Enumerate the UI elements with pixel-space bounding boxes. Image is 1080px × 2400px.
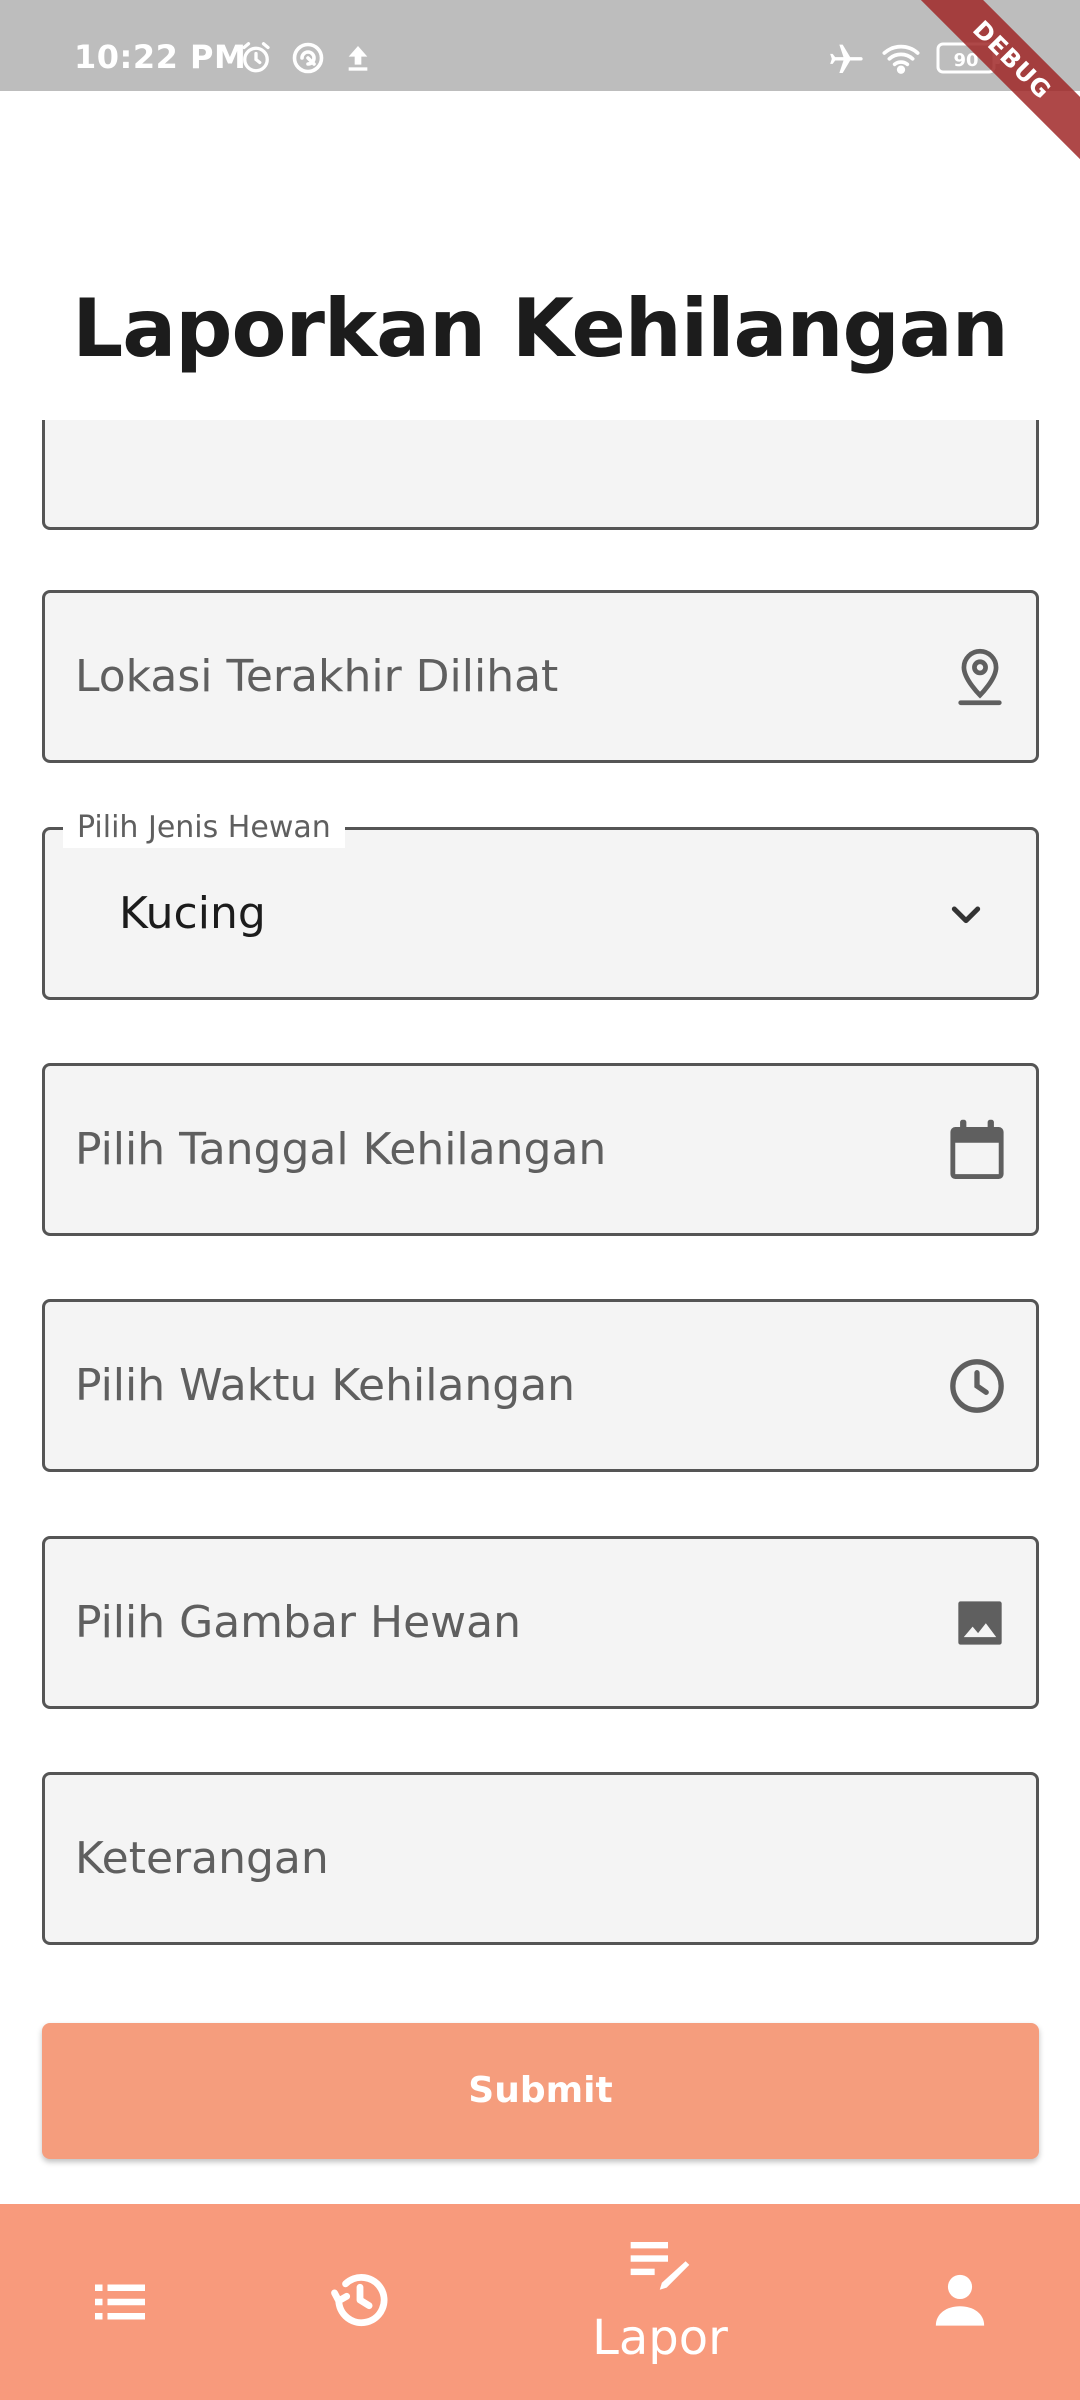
person-icon	[935, 2274, 985, 2326]
bottom-nav: Lapor	[0, 2204, 1080, 2400]
animal-type-value: Kucing	[119, 888, 266, 939]
animal-type-dropdown[interactable]: Pilih Jenis Hewan Kucing	[42, 808, 1039, 1000]
image-placeholder: Pilih Gambar Hewan	[75, 1597, 521, 1648]
notes-field[interactable]: Keterangan	[42, 1772, 1039, 1945]
page-title: Laporkan Kehilangan	[72, 282, 1008, 375]
status-time: 10:22 PM	[74, 38, 247, 76]
time-placeholder: Pilih Waktu Kehilangan	[75, 1360, 576, 1411]
location-pin-icon[interactable]	[954, 647, 1006, 707]
image-icon[interactable]	[954, 1597, 1006, 1649]
location-field[interactable]: Lokasi Terakhir Dilihat	[42, 590, 1039, 763]
debug-label: DEBUG	[910, 0, 1080, 168]
chevron-down-icon[interactable]	[946, 894, 986, 934]
nav-item-lapor[interactable]: Lapor	[560, 2204, 760, 2400]
edit-note-icon	[630, 2242, 690, 2290]
time-field[interactable]: Pilih Waktu Kehilangan	[42, 1299, 1039, 1472]
nav-item-profile[interactable]	[900, 2204, 1020, 2400]
clock-icon[interactable]	[948, 1357, 1006, 1415]
nav-item-history[interactable]	[300, 2204, 420, 2400]
airplane-mode-icon	[830, 44, 863, 73]
nav-item-list[interactable]	[60, 2204, 180, 2400]
history-icon	[331, 2274, 388, 2327]
alarm-icon	[242, 42, 270, 73]
nav-label-lapor: Lapor	[592, 2310, 728, 2366]
list-icon	[95, 2284, 145, 2320]
location-placeholder: Lokasi Terakhir Dilihat	[75, 651, 559, 702]
vpn-icon	[292, 42, 324, 74]
calendar-icon[interactable]	[948, 1118, 1006, 1182]
upload-icon	[348, 46, 368, 71]
image-field[interactable]: Pilih Gambar Hewan	[42, 1536, 1039, 1709]
date-placeholder: Pilih Tanggal Kehilangan	[75, 1124, 607, 1175]
date-field[interactable]: Pilih Tanggal Kehilangan	[42, 1063, 1039, 1236]
notes-placeholder: Keterangan	[75, 1833, 329, 1884]
debug-banner: DEBUG	[910, 0, 1080, 170]
submit-button[interactable]: Submit	[42, 2023, 1039, 2159]
previous-field[interactable]	[42, 420, 1039, 530]
